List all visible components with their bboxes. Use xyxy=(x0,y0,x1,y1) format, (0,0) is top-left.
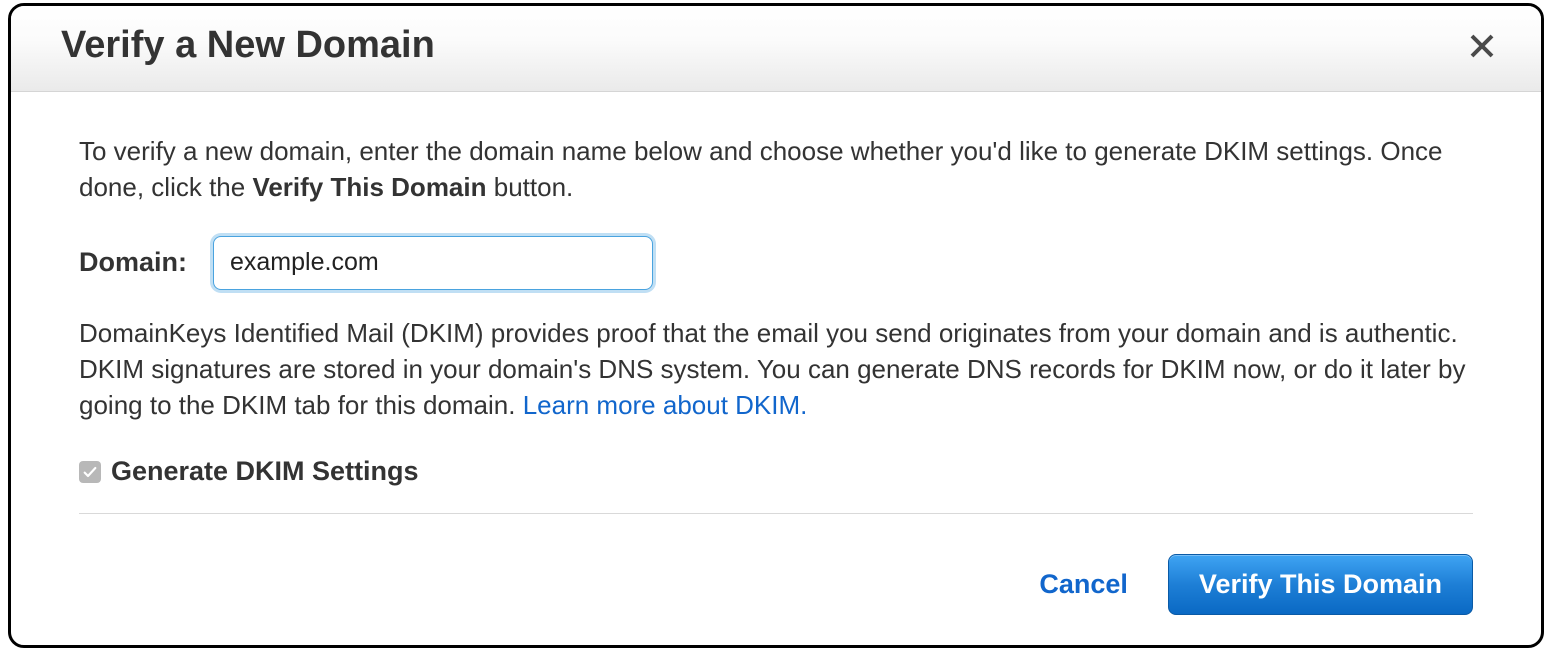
verify-this-domain-button[interactable]: Verify This Domain xyxy=(1168,554,1473,615)
generate-dkim-label: Generate DKIM Settings xyxy=(111,453,419,490)
generate-dkim-row[interactable]: Generate DKIM Settings xyxy=(79,453,1473,490)
domain-field-row: Domain: xyxy=(79,236,1473,290)
cancel-button[interactable]: Cancel xyxy=(1039,569,1128,600)
intro-bold: Verify This Domain xyxy=(252,172,486,202)
verify-domain-dialog: Verify a New Domain To verify a new doma… xyxy=(8,3,1544,648)
close-icon xyxy=(1467,49,1497,64)
generate-dkim-checkbox[interactable] xyxy=(79,461,101,483)
dkim-description: DomainKeys Identified Mail (DKIM) provid… xyxy=(79,316,1473,424)
domain-label: Domain: xyxy=(79,244,187,281)
checkmark-icon xyxy=(82,454,98,490)
dialog-title: Verify a New Domain xyxy=(61,24,435,67)
divider xyxy=(79,513,1473,514)
domain-input[interactable] xyxy=(213,236,653,290)
dialog-footer: Cancel Verify This Domain xyxy=(11,554,1541,645)
intro-text: To verify a new domain, enter the domain… xyxy=(79,134,1473,206)
dialog-body: To verify a new domain, enter the domain… xyxy=(11,92,1541,554)
dialog-header: Verify a New Domain xyxy=(11,6,1541,92)
intro-suffix: button. xyxy=(487,172,574,202)
learn-more-dkim-link[interactable]: Learn more about DKIM. xyxy=(523,390,808,420)
close-button[interactable] xyxy=(1463,27,1501,65)
